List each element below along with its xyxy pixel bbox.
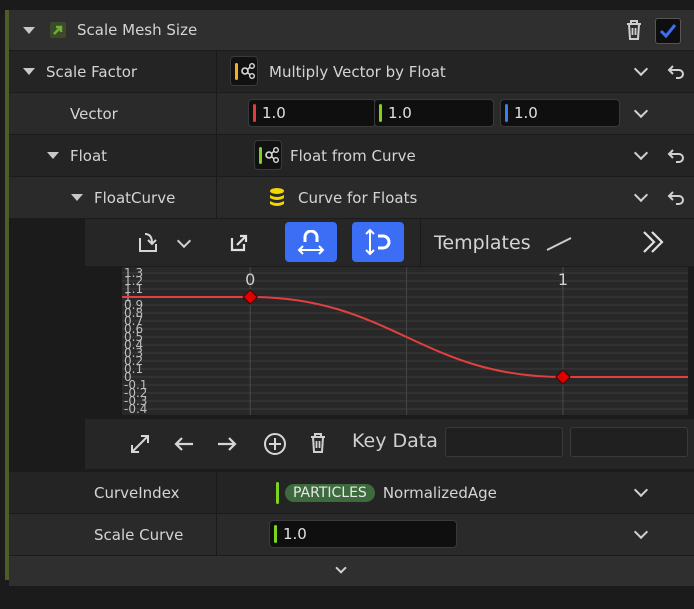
curve-index-param: NormalizedAge: [382, 483, 497, 502]
scale-arrow-icon: [50, 22, 66, 38]
checkmark-icon: [659, 24, 677, 39]
namespace-pill: PARTICLES: [285, 483, 375, 502]
add-key-icon[interactable]: [263, 432, 287, 456]
type-stripe: [259, 147, 262, 164]
scale-factor-label: Scale Factor: [46, 62, 138, 81]
expand-arrow-icon[interactable]: [71, 194, 83, 201]
curve-key: [242, 289, 258, 305]
float-label: Float: [70, 146, 108, 165]
vector-x-value: 1.0: [262, 104, 286, 122]
x-tick-label: 0: [245, 270, 255, 289]
float-value[interactable]: Float from Curve: [290, 135, 416, 176]
vector-y-value: 1.0: [388, 104, 412, 122]
column-divider: [216, 51, 217, 92]
import-curve-icon[interactable]: [136, 229, 162, 255]
reset-arrow-icon[interactable]: [667, 147, 685, 165]
chevron-down-icon[interactable]: [633, 61, 649, 77]
vector-y-field[interactable]: 1.0: [374, 99, 494, 127]
column-divider: [216, 472, 217, 513]
chevron-down-icon[interactable]: [633, 103, 649, 119]
collapse-arrow-icon[interactable]: [23, 27, 35, 34]
snap-vertical-button[interactable]: [352, 222, 404, 262]
toolbar-divider: [420, 219, 421, 266]
vector-label: Vector: [70, 104, 118, 123]
key-value-field[interactable]: [570, 427, 688, 457]
scale-curve-value: 1.0: [283, 525, 307, 543]
trash-icon[interactable]: [624, 19, 644, 41]
type-stripe: [276, 481, 279, 504]
node-graph-icon: [241, 63, 255, 79]
y-tick-label: -0.4: [124, 402, 147, 415]
curve-editor[interactable]: 1.3 1.2 1.1 1 0.9 0.8 0.7 0.6 0.5 0.4 0.3 0.2 0.1 0 -0…: [122, 267, 688, 415]
curve-index-row: CurveIndex PARTICLES NormalizedAge: [9, 472, 694, 513]
scale-factor-row: Scale Factor Multiply Vector by Float: [9, 51, 694, 92]
enable-checkbox[interactable]: [655, 18, 681, 44]
reset-arrow-icon[interactable]: [667, 189, 685, 207]
type-stripe: [274, 525, 277, 543]
expand-arrow-icon[interactable]: [47, 152, 59, 159]
vector-x-field[interactable]: 1.0: [248, 99, 376, 127]
column-divider: [216, 514, 217, 555]
x-tick-label: 1: [558, 270, 568, 289]
curve-index-label: CurveIndex: [94, 483, 180, 502]
curve-index-value[interactable]: PARTICLES NormalizedAge: [276, 472, 497, 513]
linear-template-icon[interactable]: [545, 233, 573, 253]
float-curve-label: FloatCurve: [94, 188, 176, 207]
chevron-down-icon[interactable]: [176, 233, 192, 249]
y-stripe: [379, 104, 382, 122]
scale-curve-row: Scale Curve 1.0: [9, 514, 694, 555]
column-divider: [216, 135, 217, 176]
column-divider: [216, 177, 217, 218]
node-graph-icon: [265, 147, 279, 163]
x-stripe: [253, 104, 256, 122]
chevron-down-icon[interactable]: [633, 482, 649, 498]
chevron-down-icon[interactable]: [633, 524, 649, 540]
type-stripe: [235, 63, 238, 80]
chevron-down-icon[interactable]: [633, 187, 649, 203]
vector-z-value: 1.0: [514, 104, 538, 122]
key-time-field[interactable]: [445, 427, 563, 457]
open-external-icon[interactable]: [229, 233, 249, 253]
fit-expand-icon[interactable]: [129, 433, 151, 455]
z-stripe: [505, 104, 508, 122]
column-divider: [216, 93, 217, 134]
expand-arrow-icon[interactable]: [23, 68, 35, 75]
scale-curve-label: Scale Curve: [94, 525, 184, 544]
arrow-left-icon[interactable]: [173, 434, 195, 454]
float-curve-value[interactable]: Curve for Floats: [298, 177, 417, 218]
module-header[interactable]: Scale Mesh Size: [9, 10, 694, 50]
templates-label: Templates: [434, 231, 531, 254]
curve-key: [555, 369, 571, 385]
chevron-down-icon[interactable]: [633, 145, 649, 161]
database-icon: [270, 188, 284, 206]
curve-plot[interactable]: 1.31.21.110.90.80.70.60.50.40.30.20.10-0…: [122, 267, 688, 415]
show-more-chevron-icon[interactable]: [335, 562, 347, 574]
vector-z-field[interactable]: 1.0: [500, 99, 620, 127]
curve-toolbar: Templates: [85, 219, 694, 266]
module-footer[interactable]: [9, 556, 694, 586]
dynamic-input-icon[interactable]: [254, 140, 282, 170]
scale-factor-value[interactable]: Multiply Vector by Float: [269, 51, 446, 92]
vector-row: Vector 1.0 1.0 1.0: [9, 93, 694, 134]
arrow-right-icon[interactable]: [216, 434, 238, 454]
magnet-vertical-icon: [365, 228, 391, 256]
float-row: Float Float from Curve: [9, 135, 694, 176]
float-curve-row: FloatCurve Curve for Floats: [9, 177, 694, 218]
dynamic-input-icon[interactable]: [230, 56, 258, 86]
key-data-label: Key Data: [352, 430, 438, 452]
module-title: Scale Mesh Size: [77, 21, 198, 39]
magnet-horizontal-icon: [297, 230, 325, 255]
delete-key-icon[interactable]: [308, 432, 328, 454]
scale-curve-field[interactable]: 1.0: [269, 520, 457, 548]
double-chevron-right-icon[interactable]: [640, 229, 666, 255]
reset-arrow-icon[interactable]: [667, 63, 685, 81]
snap-horizontal-button[interactable]: [285, 222, 337, 262]
